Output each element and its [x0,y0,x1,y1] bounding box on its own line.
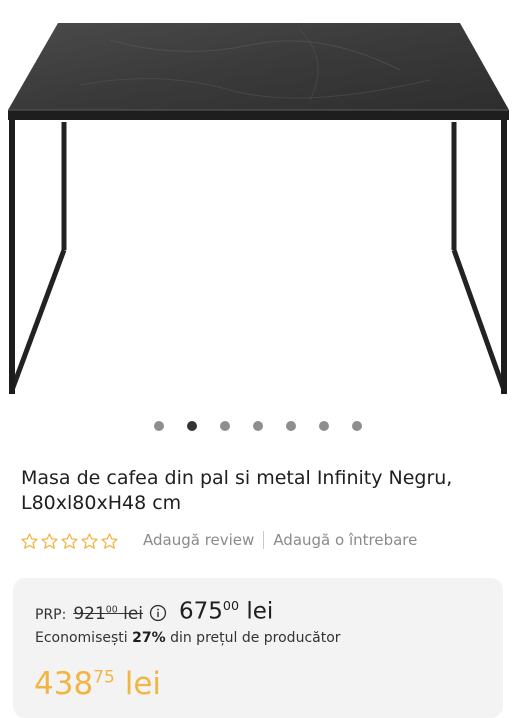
savings-percent: 27% [132,630,166,646]
gallery-dot-3[interactable] [220,421,230,431]
product-image [8,23,509,394]
star-outline-icon [41,532,58,549]
gallery-dot-2[interactable] [187,421,197,431]
review-links: Adaugă review Adaugă o întrebare [143,531,417,549]
star-outline-icon [101,532,118,549]
final-price-currency: lei [124,666,162,702]
product-title: Masa de cafea din pal si metal Infinity … [21,467,453,514]
old-price-int: 921 [73,603,106,624]
old-price-dec: 00 [105,604,118,615]
gallery-dot-7[interactable] [352,421,362,431]
savings-text: Economisești 27% din prețul de producăto… [35,630,341,646]
old-price-currency: lei [123,603,143,624]
old-price: 92100 lei [73,604,143,624]
prp-label: PRP: [35,606,67,623]
prp-row: PRP: 92100 lei 67500 lei [35,598,273,625]
gallery-pagination [0,421,517,433]
price-card: PRP: 92100 lei 67500 lei Economisești 27… [13,578,503,718]
new-price-int: 675 [179,598,223,625]
gallery-dot-5[interactable] [286,421,296,431]
info-icon[interactable] [149,604,167,622]
savings-prefix: Economisești [35,630,128,646]
divider [263,531,265,549]
add-review-link[interactable]: Adaugă review [143,531,254,549]
star-outline-icon [81,532,98,549]
star-outline-icon [21,532,38,549]
gallery-dot-4[interactable] [253,421,263,431]
new-price: 67500 lei [179,598,273,625]
final-price: 43875 lei [34,666,161,702]
product-image-gallery[interactable] [0,0,517,410]
rating-stars[interactable] [20,530,119,552]
new-price-dec: 00 [222,598,239,613]
final-price-dec: 75 [93,667,115,688]
new-price-currency: lei [246,598,274,625]
gallery-dot-1[interactable] [154,421,164,431]
final-price-int: 438 [34,666,94,702]
add-question-link[interactable]: Adaugă o întrebare [273,531,417,549]
gallery-dot-6[interactable] [319,421,329,431]
star-outline-icon [61,532,78,549]
savings-suffix: din prețul de producător [170,630,341,646]
